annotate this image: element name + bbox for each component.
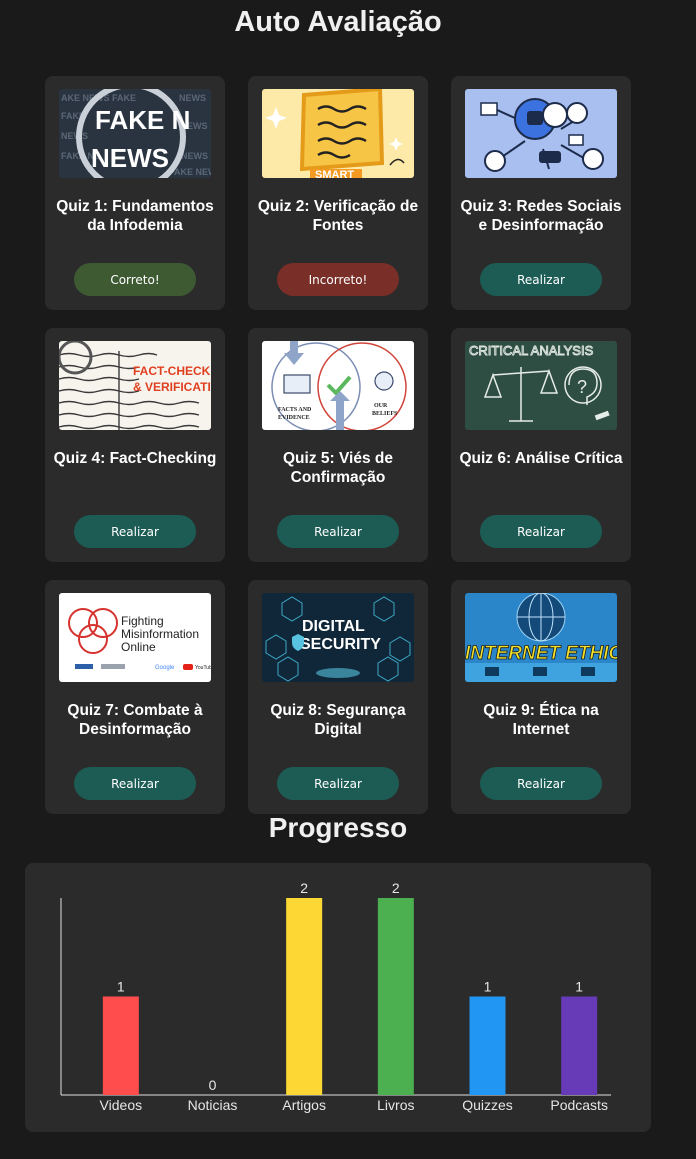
quiz-3-title: Quiz 3: Redes Sociais e Desinformação: [460, 198, 622, 234]
quiz-card-4: FACT-CHECKI & VERIFICATI Quiz 4: Fact-Ch…: [45, 328, 225, 562]
chart-bar-quizzes: [469, 996, 506, 1095]
progress-title: Progresso: [268, 812, 408, 843]
svg-text:BELIEFS: BELIEFS: [372, 411, 398, 417]
page-title: Auto Avaliação: [234, 6, 442, 38]
quiz-6-title: Quiz 6: Análise Crítica: [459, 450, 623, 467]
svg-text:FACT-CHECKI: FACT-CHECKI: [133, 364, 211, 378]
quiz-card-1: AKE NEWS FAKE FAKE NEWS FAKE NE NEWS EWS…: [45, 76, 225, 310]
quiz-grid: AKE NEWS FAKE FAKE NEWS FAKE NE NEWS EWS…: [45, 76, 631, 814]
svg-text:FACTS AND: FACTS AND: [278, 407, 312, 413]
quiz-3-image: [465, 89, 617, 178]
chart-bar-artigos: [286, 898, 323, 1095]
quiz-3-start-button[interactable]: Realizar: [480, 263, 602, 296]
svg-text:Google: Google: [155, 665, 175, 671]
quiz-7-title: Quiz 7: Combate à Desinformação: [67, 702, 203, 738]
quiz-card-2: SMART Quiz 2: Verificação de Fontes Inco…: [248, 76, 428, 310]
quiz-5-start-button[interactable]: Realizar: [277, 515, 399, 548]
svg-text:SECURITY: SECURITY: [300, 636, 381, 653]
quiz-8-start-button[interactable]: Realizar: [277, 767, 399, 800]
progress-chart-panel: 1 Videos 0 Noticias 2 Artigos 2 Livros 1 Quizzes 1…: [25, 863, 651, 1132]
quiz-card-9: INTERNET ETHIC Quiz 9: Ética na Internet…: [451, 580, 631, 814]
quiz-7-image: Fighting Misinformation Online Google Yo…: [59, 593, 211, 682]
chart-value-label-videos: 1: [117, 979, 125, 995]
quiz-5-title: Quiz 5: Viés de Confirmação: [283, 450, 393, 486]
svg-text:CRITICAL ANALYSIS: CRITICAL ANALYSIS: [469, 343, 594, 358]
svg-text:INTERNET ETHIC: INTERNET ETHIC: [465, 643, 617, 664]
svg-text:EVIDENCE: EVIDENCE: [278, 415, 310, 421]
svg-text:DIGITAL: DIGITAL: [302, 618, 365, 635]
quiz-2-title: Quiz 2: Verificação de Fontes: [257, 198, 419, 234]
chart-bar-videos: [102, 996, 139, 1095]
quiz-1-result-button[interactable]: Correto!: [74, 263, 196, 296]
svg-text:& VERIFICATI: & VERIFICATI: [133, 380, 211, 394]
chart-value-label-livros: 2: [392, 880, 400, 896]
quiz-card-3: Quiz 3: Redes Sociais e Desinformação Re…: [451, 76, 631, 310]
chart-tick-label-noticias: Noticias: [188, 1097, 238, 1113]
quiz-9-image: INTERNET ETHIC: [465, 593, 617, 682]
svg-text:NEWS: NEWS: [91, 143, 169, 173]
progress-chart: 1 Videos 0 Noticias 2 Artigos 2 Livros 1 Quizzes 1…: [60, 880, 611, 1113]
svg-text:NEWS: NEWS: [61, 131, 88, 141]
svg-text:SMART: SMART: [315, 169, 354, 178]
chart-tick-label-artigos: Artigos: [282, 1097, 326, 1113]
quiz-8-image: DIGITAL SECURITY: [262, 593, 414, 682]
svg-text:NEWS: NEWS: [181, 151, 208, 161]
quiz-4-title: Quiz 4: Fact-Checking: [53, 450, 217, 467]
quiz-2-result-button[interactable]: Incorreto!: [277, 263, 399, 296]
svg-text:Misinformation: Misinformation: [121, 627, 199, 641]
quiz-2-image: SMART: [262, 89, 414, 178]
chart-tick-label-podcasts: Podcasts: [550, 1097, 608, 1113]
chart-tick-label-quizzes: Quizzes: [462, 1097, 513, 1113]
quiz-8-title: Quiz 8: Segurança Digital: [270, 702, 406, 738]
svg-text:OUR: OUR: [374, 403, 388, 409]
quiz-9-start-button[interactable]: Realizar: [480, 767, 602, 800]
quiz-1-image: AKE NEWS FAKE FAKE NEWS FAKE NE NEWS EWS…: [59, 89, 211, 178]
quiz-card-5: FACTS AND EVIDENCE OUR BELIEFS Quiz 5: V…: [248, 328, 428, 562]
quiz-card-8: DIGITAL SECURITY Quiz 8: Segurança Digit…: [248, 580, 428, 814]
quiz-7-start-button[interactable]: Realizar: [74, 767, 196, 800]
svg-text:YouTube: YouTube: [195, 665, 211, 671]
quiz-4-start-button[interactable]: Realizar: [74, 515, 196, 548]
svg-text:?: ?: [577, 377, 587, 397]
chart-value-label-quizzes: 1: [484, 979, 492, 995]
quiz-1-title: Quiz 1: Fundamentos da Infodemia: [56, 198, 214, 234]
chart-value-label-artigos: 2: [300, 880, 308, 896]
chart-tick-label-livros: Livros: [377, 1097, 414, 1113]
quiz-6-image: CRITICAL ANALYSIS ?: [465, 341, 617, 430]
svg-text:NEWS: NEWS: [179, 93, 206, 103]
quiz-4-image: FACT-CHECKI & VERIFICATI: [59, 341, 211, 430]
chart-bar-livros: [377, 898, 414, 1095]
chart-value-label-podcasts: 1: [575, 979, 583, 995]
quiz-9-title: Quiz 9: Ética na Internet: [483, 702, 599, 738]
quiz-card-7: Fighting Misinformation Online Google Yo…: [45, 580, 225, 814]
chart-bar-podcasts: [561, 996, 598, 1095]
chart-tick-label-videos: Videos: [100, 1097, 143, 1113]
svg-text:Online: Online: [121, 640, 156, 654]
quiz-6-start-button[interactable]: Realizar: [480, 515, 602, 548]
svg-text:FAKE N: FAKE N: [95, 105, 190, 135]
chart-value-label-noticias: 0: [209, 1077, 217, 1093]
svg-text:Fighting: Fighting: [121, 614, 164, 628]
quiz-5-image: FACTS AND EVIDENCE OUR BELIEFS: [262, 341, 414, 430]
quiz-card-6: CRITICAL ANALYSIS ? Quiz 6: Análise Crít…: [451, 328, 631, 562]
